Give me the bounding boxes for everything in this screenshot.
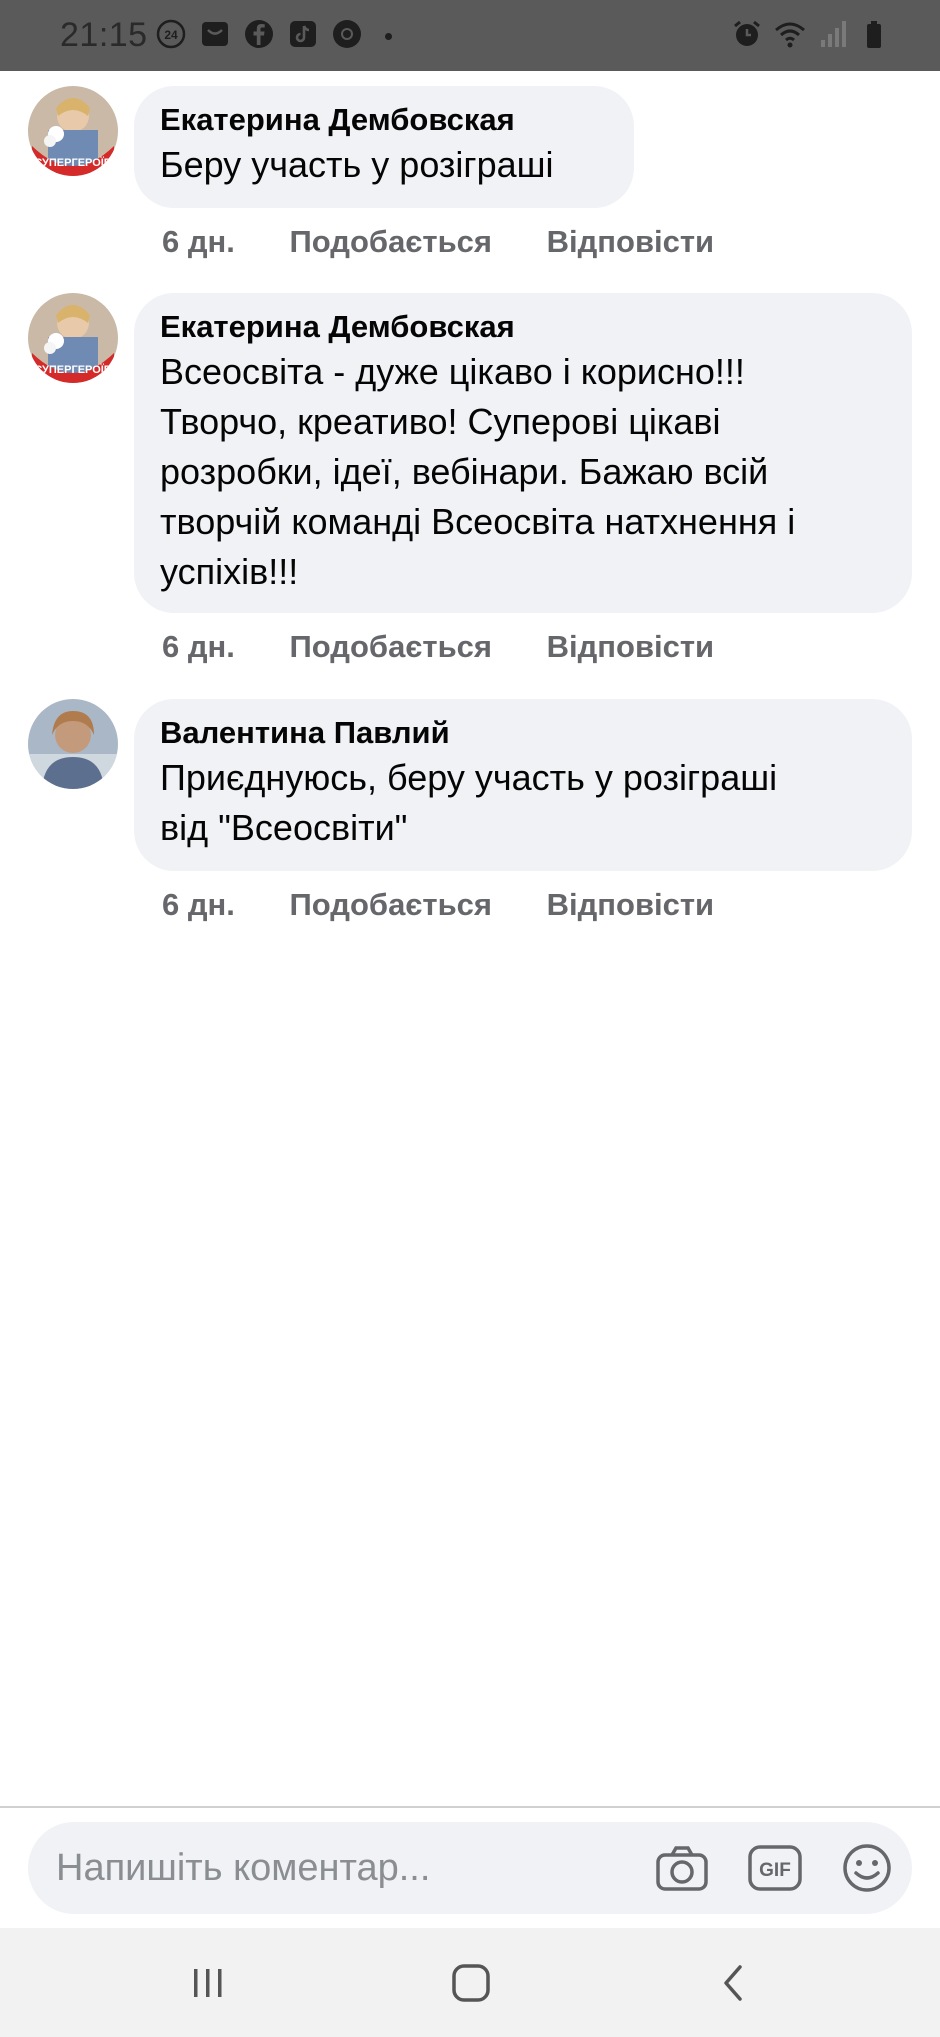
comment-bubble[interactable]: Екатерина Дембовская Беру участь у розіг… [134, 86, 634, 208]
comment-actions: 6 дн. Подобається Відповісти [162, 224, 714, 260]
comment-actions: 6 дн. Подобається Відповісти [162, 887, 714, 923]
comment-time[interactable]: 6 дн. [162, 887, 235, 923]
chrome-icon [331, 18, 363, 50]
camera-icon[interactable] [654, 1842, 710, 1894]
more-notifications-dot [385, 33, 392, 40]
wifi-icon [774, 18, 806, 50]
comment-text: Приєднуюсь, беру участь у розіграші від … [160, 757, 778, 848]
comment-input[interactable] [56, 1822, 636, 1914]
divider [0, 1806, 940, 1808]
comment-text: Беру участь у розіграші [160, 144, 554, 185]
reply-button[interactable]: Відповісти [547, 224, 715, 260]
emoji-icon[interactable] [839, 1842, 895, 1894]
tiktok-icon [287, 18, 319, 50]
navigation-bar [0, 1928, 940, 2037]
reply-button[interactable]: Відповісти [547, 887, 715, 923]
comment-composer: GIF [28, 1822, 912, 1914]
status-time: 21:15 [60, 16, 148, 54]
comment-text: Всеосвіта - дуже цікаво і корисно!!! Тво… [160, 351, 796, 592]
back-icon[interactable] [704, 1958, 764, 2008]
comment-time[interactable]: 6 дн. [162, 629, 235, 665]
comment-actions: 6 дн. Подобається Відповісти [162, 629, 714, 665]
recent-apps-icon[interactable] [178, 1958, 238, 2008]
comment-bubble[interactable]: Валентина Павлий Приєднуюсь, беру участь… [134, 699, 912, 871]
reply-button[interactable]: Відповісти [547, 629, 715, 665]
like-button[interactable]: Подобається [290, 224, 493, 260]
svg-text:24: 24 [164, 28, 178, 42]
svg-text:СУПЕРГЕРОЇВ: СУПЕРГЕРОЇВ [34, 156, 112, 169]
alarm-icon [731, 18, 763, 50]
gif-icon[interactable]: GIF [747, 1842, 803, 1894]
notification-24-icon: 24 [155, 18, 187, 50]
comment-time[interactable]: 6 дн. [162, 224, 235, 260]
status-bar: 21:15 24 [0, 0, 940, 71]
comment-author[interactable]: Екатерина Дембовская [160, 307, 884, 347]
avatar[interactable]: СУПЕРГЕРОЇВ [28, 293, 118, 383]
avatar[interactable] [28, 699, 118, 789]
comment-author[interactable]: Валентина Павлий [160, 713, 884, 753]
avatar[interactable]: СУПЕРГЕРОЇВ [28, 86, 118, 176]
signal-icon [816, 18, 848, 50]
home-icon[interactable] [441, 1958, 501, 2008]
battery-icon [858, 18, 890, 50]
like-button[interactable]: Подобається [290, 629, 493, 665]
inbox-icon [199, 18, 231, 50]
svg-text:GIF: GIF [759, 1860, 791, 1881]
svg-text:СУПЕРГЕРОЇВ: СУПЕРГЕРОЇВ [34, 363, 112, 376]
facebook-icon [243, 18, 275, 50]
like-button[interactable]: Подобається [290, 887, 493, 923]
comment-bubble[interactable]: Екатерина Дембовская Всеосвіта - дуже ці… [134, 293, 912, 613]
comment-author[interactable]: Екатерина Дембовская [160, 100, 606, 140]
